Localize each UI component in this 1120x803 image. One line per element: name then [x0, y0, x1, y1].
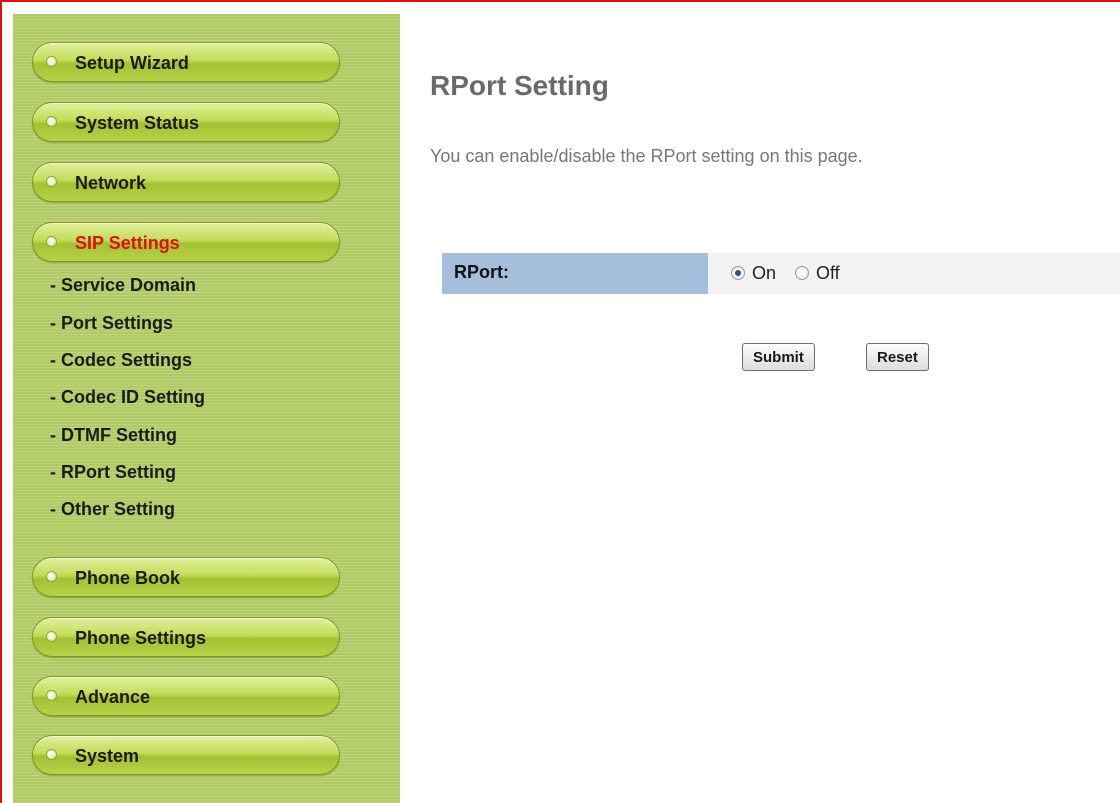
menu-label: Setup Wizard [75, 53, 189, 73]
menu-system[interactable]: System [32, 735, 340, 775]
rport-form-row: RPort: On Off [442, 253, 1120, 294]
rport-label-cell: RPort: [442, 253, 708, 294]
page-description: You can enable/disable the RPort setting… [430, 146, 863, 166]
menu-advance[interactable]: Advance [32, 676, 340, 716]
menu-label: Network [75, 173, 147, 193]
submit-button[interactable]: Submit [742, 343, 815, 371]
rport-value-cell: On Off [708, 253, 1120, 294]
bullet-icon [46, 690, 57, 701]
bullet-icon [46, 116, 57, 127]
menu-sip-settings[interactable]: SIP Settings [32, 222, 340, 262]
bullet-icon [46, 749, 57, 760]
rport-on-label[interactable]: On [752, 253, 776, 293]
submenu-port-settings[interactable]: - Port Settings [50, 312, 173, 334]
bullet-icon [46, 56, 57, 67]
bullet-icon [46, 571, 57, 582]
submenu-rport-setting[interactable]: - RPort Setting [50, 461, 176, 483]
page-title: RPort Setting [430, 70, 609, 101]
menu-phone-book[interactable]: Phone Book [32, 557, 340, 597]
menu-label: Phone Book [75, 568, 181, 588]
left-gutter [2, 14, 13, 803]
reset-button[interactable]: Reset [866, 343, 929, 371]
rport-off-radio[interactable] [795, 266, 809, 280]
submenu-codec-id-setting[interactable]: - Codec ID Setting [50, 386, 205, 408]
bullet-icon [46, 631, 57, 642]
menu-label: SIP Settings [75, 233, 180, 253]
submenu-codec-settings[interactable]: - Codec Settings [50, 349, 192, 371]
menu-label: System Status [75, 113, 200, 133]
bullet-icon [46, 236, 57, 247]
rport-label: RPort: [454, 262, 509, 282]
menu-label: Phone Settings [75, 628, 207, 648]
menu-phone-settings[interactable]: Phone Settings [32, 617, 340, 657]
submenu-dtmf-setting[interactable]: - DTMF Setting [50, 424, 177, 446]
submenu-service-domain[interactable]: - Service Domain [50, 274, 196, 296]
menu-network[interactable]: Network [32, 162, 340, 202]
menu-system-status[interactable]: System Status [32, 102, 340, 142]
submenu-other-setting[interactable]: - Other Setting [50, 498, 175, 520]
rport-on-radio[interactable] [731, 266, 745, 280]
bullet-icon [46, 176, 57, 187]
menu-label: System [75, 746, 140, 766]
menu-label: Advance [75, 687, 151, 707]
rport-off-label[interactable]: Off [816, 253, 840, 293]
menu-setup-wizard[interactable]: Setup Wizard [32, 42, 340, 82]
